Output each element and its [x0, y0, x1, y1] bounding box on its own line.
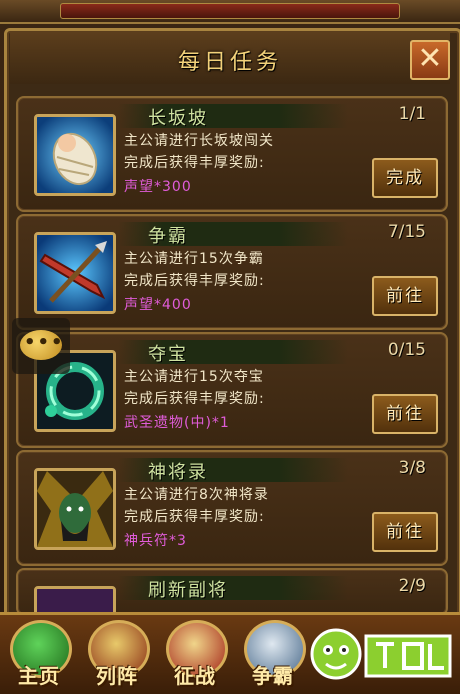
top-decorative-strip	[0, 0, 460, 24]
task-description: 主公请进行15次争霸 完成后获得丰厚奖励:	[124, 248, 265, 292]
panel-title: 每日任务	[177, 50, 282, 75]
task-card-zhengba: 争霸 7/15 主公请进行15次争霸 完成后获得丰厚奖励: 声望*400 前往	[16, 214, 448, 330]
nav-contest-label: 争霸	[252, 664, 294, 688]
task-description-line1: 主公请进行长坂坡闯关	[124, 133, 274, 149]
task-progress: 7/15	[387, 222, 426, 242]
task-card-shenjianglu: 神将录 3/8 主公请进行8次神将录 完成后获得丰厚奖励: 神兵符*3 前往	[16, 450, 448, 566]
task-progress: 3/8	[398, 458, 426, 478]
go-button[interactable]: 前往	[372, 394, 438, 434]
task-name: 长坂坡	[148, 108, 208, 129]
nav-formation-label: 列阵	[96, 664, 138, 688]
top-red-band	[60, 3, 400, 19]
task-description: 主公请进行15次夺宝 完成后获得丰厚奖励:	[124, 366, 265, 410]
nav-formation[interactable]: 列阵	[78, 612, 156, 691]
task-description-line1: 主公请进行8次神将录	[124, 487, 269, 503]
task-reward: 神兵符*3	[124, 533, 187, 549]
task-name: 神将录	[148, 462, 208, 483]
task-description: 主公请进行长坂坡闯关 完成后获得丰厚奖励:	[124, 130, 274, 174]
ellipsis-icon: •••	[24, 332, 65, 353]
nav-contest[interactable]: 争霸	[234, 612, 312, 691]
task-card-duobao: 夺宝 0/15 主公请进行15次夺宝 完成后获得丰厚奖励: 武圣遗物(中)*1 …	[16, 332, 448, 448]
nav-home-label: 主页	[18, 664, 60, 688]
go-button[interactable]: 前往	[372, 276, 438, 316]
task-reward: 武圣遗物(中)*1	[124, 415, 230, 431]
close-button[interactable]: ✕	[410, 40, 450, 80]
crossed-weapons-icon	[34, 232, 116, 314]
nav-campaign-label: 征战	[174, 664, 216, 688]
task-reward: 声望*300	[124, 179, 192, 195]
task-card-changbanpo: 长坂坡 1/1 主公请进行长坂坡闯关 完成后获得丰厚奖励: 声望*300 完成	[16, 96, 448, 212]
go-button[interactable]: 前往	[372, 512, 438, 552]
task-progress: 1/1	[398, 104, 426, 124]
task-description-line2: 完成后获得丰厚奖励:	[124, 391, 265, 407]
complete-button[interactable]: 完成	[372, 158, 438, 198]
task-description-line2: 完成后获得丰厚奖励:	[124, 155, 265, 171]
watermark-logo	[308, 618, 456, 688]
task-description-line1: 主公请进行15次争霸	[124, 251, 264, 267]
task-progress: 2/9	[398, 576, 426, 596]
chat-button[interactable]: •••	[12, 318, 70, 374]
task-description-line1: 主公请进行15次夺宝	[124, 369, 264, 385]
baby-swaddle-icon	[34, 114, 116, 196]
task-description-line2: 完成后获得丰厚奖励:	[124, 273, 265, 289]
nav-campaign[interactable]: 征战	[156, 612, 234, 691]
task-progress: 0/15	[387, 340, 426, 360]
task-name: 争霸	[148, 226, 188, 247]
nav-home[interactable]: 主页	[0, 612, 78, 691]
task-description-line2: 完成后获得丰厚奖励:	[124, 509, 265, 525]
task-name: 夺宝	[148, 344, 188, 365]
task-card-refresh-deputy: 刷新副将 2/9	[16, 568, 448, 616]
task-description: 主公请进行8次神将录 完成后获得丰厚奖励:	[124, 484, 269, 528]
general-portrait-icon	[34, 468, 116, 550]
task-reward: 声望*400	[124, 297, 192, 313]
task-name: 刷新副将	[148, 580, 228, 601]
